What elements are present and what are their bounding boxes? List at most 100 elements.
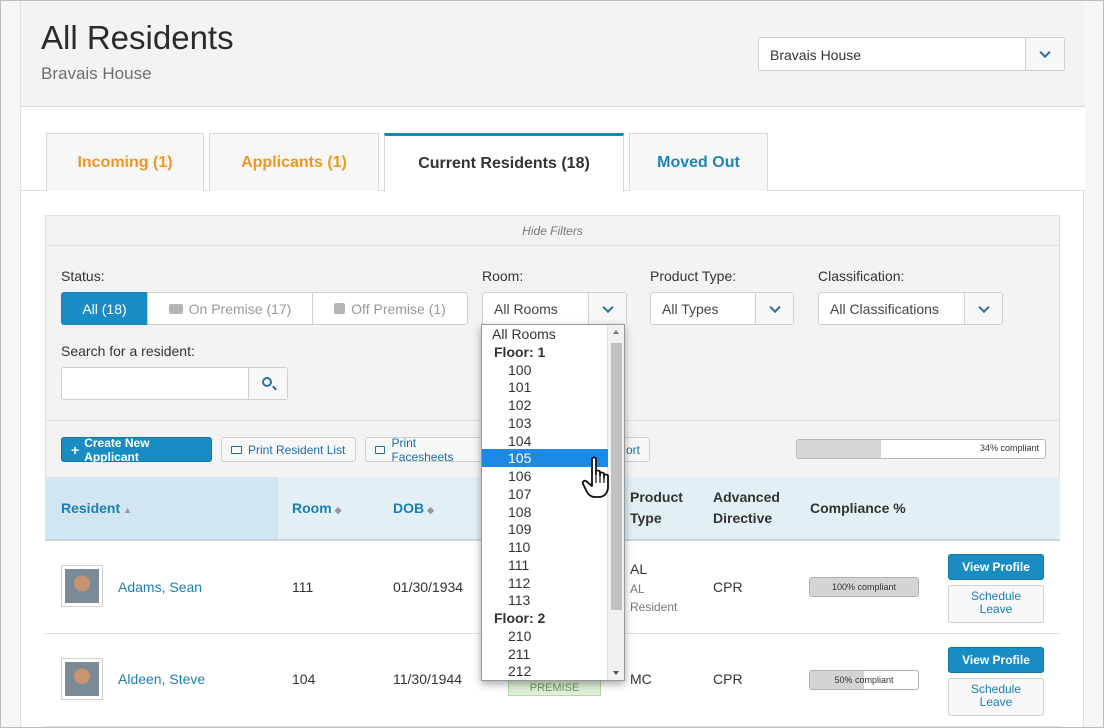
chevron-down-icon: [768, 301, 781, 313]
hide-filters-link[interactable]: Hide Filters: [46, 216, 1059, 246]
search-button[interactable]: [248, 368, 287, 399]
page-title: All Residents: [41, 19, 234, 56]
status-filter: All (18) On Premise (17) Off Premise (1): [61, 292, 468, 325]
resident-tabs: Incoming (1) Applicants (1) Current Resi…: [21, 107, 1085, 192]
schedule-leave-button[interactable]: Schedule Leave: [948, 678, 1044, 716]
room-dropdown-list[interactable]: All Rooms Floor: 1 100 101 102 103 104 105 106 10…: [481, 324, 625, 681]
tab-current-residents[interactable]: Current Residents (18): [384, 133, 624, 192]
page-subtitle: Bravais House: [41, 64, 152, 83]
classification-label: Classification:: [818, 268, 905, 284]
dropdown-option[interactable]: 101: [482, 378, 608, 396]
product-type-toggle[interactable]: [755, 293, 793, 324]
status-off-premise-button[interactable]: Off Premise (1): [312, 292, 468, 325]
room-select-toggle[interactable]: [588, 293, 626, 324]
chevron-down-icon: [1039, 46, 1051, 59]
bed-icon: [168, 303, 183, 314]
product-cell: AL: [630, 561, 648, 577]
scroll-up-icon[interactable]: [613, 330, 619, 334]
room-select[interactable]: All Rooms: [482, 292, 627, 325]
room-cell: 104: [292, 671, 316, 687]
facility-select-value: Bravais House: [770, 47, 862, 63]
print-resident-list-button[interactable]: Print Resident List: [221, 437, 356, 462]
tab-moved-out[interactable]: Moved Out: [629, 133, 768, 191]
directive-cell: CPR: [713, 579, 743, 595]
classification-toggle[interactable]: [964, 293, 1002, 324]
col-product-label-2: Type: [630, 510, 662, 526]
room-label: Room:: [482, 268, 524, 284]
dropdown-option[interactable]: All Rooms: [482, 325, 608, 343]
dropdown-scrollbar[interactable]: [607, 325, 624, 680]
col-product-label-1: Product: [630, 489, 683, 505]
resident-name-link[interactable]: Adams, Sean: [118, 579, 202, 595]
avatar: [61, 658, 103, 700]
status-all-label: All (18): [82, 300, 127, 317]
classification-select[interactable]: All Classifications: [818, 292, 1003, 325]
scroll-down-icon[interactable]: [613, 671, 619, 675]
product-type-select[interactable]: All Types: [650, 292, 794, 325]
status-off-premise-label: Off Premise (1): [351, 300, 446, 317]
dropdown-option[interactable]: 100: [482, 361, 608, 379]
right-gutter: [1083, 1, 1103, 727]
col-directive-label-1: Advanced: [713, 489, 780, 505]
create-applicant-button[interactable]: + Create New Applicant: [61, 435, 212, 464]
resident-name-link[interactable]: Aldeen, Steve: [118, 671, 205, 687]
product-type-value: All Types: [662, 301, 719, 317]
facility-select[interactable]: Bravais House: [758, 37, 1065, 71]
sort-icon: ▲: [123, 505, 133, 515]
chevron-down-icon: [601, 301, 614, 313]
hand-pointer-icon: [581, 456, 609, 498]
col-dob[interactable]: DOB ◆: [393, 500, 434, 516]
col-product-type: Product Type: [630, 487, 683, 529]
dropdown-option[interactable]: 110: [482, 538, 608, 556]
printer-icon: [231, 445, 242, 454]
product-sub-cell-2: Resident: [630, 600, 678, 614]
status-on-premise-label: On Premise (17): [188, 300, 292, 317]
dropdown-option[interactable]: 113: [482, 591, 608, 609]
dropdown-option[interactable]: 104: [482, 432, 608, 450]
tab-applicants[interactable]: Applicants (1): [209, 133, 379, 191]
dropdown-option[interactable]: 112: [482, 574, 608, 592]
col-compliance: Compliance %: [810, 500, 906, 516]
tab-incoming[interactable]: Incoming (1): [46, 133, 204, 191]
status-all-button[interactable]: All (18): [61, 292, 148, 325]
compliance-label: 100% compliant: [831, 582, 897, 592]
dropdown-option[interactable]: 109: [482, 520, 608, 538]
avatar-photo: [65, 569, 99, 603]
col-room[interactable]: Room ◆: [292, 500, 342, 516]
create-applicant-label: Create New Applicant: [84, 435, 150, 464]
product-sub-cell: AL: [630, 582, 645, 596]
print-resident-list-label: Print Resident List: [248, 442, 346, 457]
search-label: Search for a resident:: [61, 343, 195, 359]
resident-search-input[interactable]: [61, 367, 288, 400]
overall-compliance-bar: 34% compliant: [796, 439, 1046, 459]
directive-cell: CPR: [713, 671, 743, 687]
sort-icon: ◆: [427, 505, 435, 515]
col-directive-label-2: Directive: [713, 510, 773, 526]
print-facesheets-button[interactable]: Print Facesheets: [365, 436, 486, 464]
left-gutter: [1, 1, 21, 727]
compliance-label: 50% compliant: [834, 675, 894, 685]
dropdown-option[interactable]: 108: [482, 503, 608, 521]
app-window: All Residents Bravais House Bravais Hous…: [0, 0, 1104, 728]
view-profile-button[interactable]: View Profile: [948, 647, 1044, 673]
view-profile-button[interactable]: View Profile: [948, 554, 1044, 580]
dropdown-option[interactable]: 102: [482, 396, 608, 414]
dropdown-option[interactable]: 210: [482, 627, 608, 645]
product-type-label: Product Type:: [650, 268, 737, 284]
classification-value: All Classifications: [830, 301, 939, 317]
page-header: All Residents Bravais House Bravais Hous…: [21, 1, 1085, 107]
facility-select-toggle[interactable]: [1025, 38, 1064, 70]
dropdown-option[interactable]: 211: [482, 645, 608, 663]
compliance-bar: 100% compliant: [809, 577, 919, 597]
status-badge: PREMISE: [508, 679, 601, 696]
search-icon: [262, 377, 272, 387]
dropdown-group-label: Floor: 2: [494, 610, 546, 626]
schedule-leave-button[interactable]: Schedule Leave: [948, 585, 1044, 623]
report-button-label: ort: [625, 442, 640, 457]
dropdown-option[interactable]: 111: [482, 556, 608, 574]
col-advanced-directive: Advanced Directive: [713, 487, 780, 529]
col-resident[interactable]: Resident ▲: [61, 500, 132, 516]
dropdown-option[interactable]: 212: [482, 662, 608, 680]
dropdown-option[interactable]: 103: [482, 414, 608, 432]
status-on-premise-button[interactable]: On Premise (17): [147, 292, 313, 325]
